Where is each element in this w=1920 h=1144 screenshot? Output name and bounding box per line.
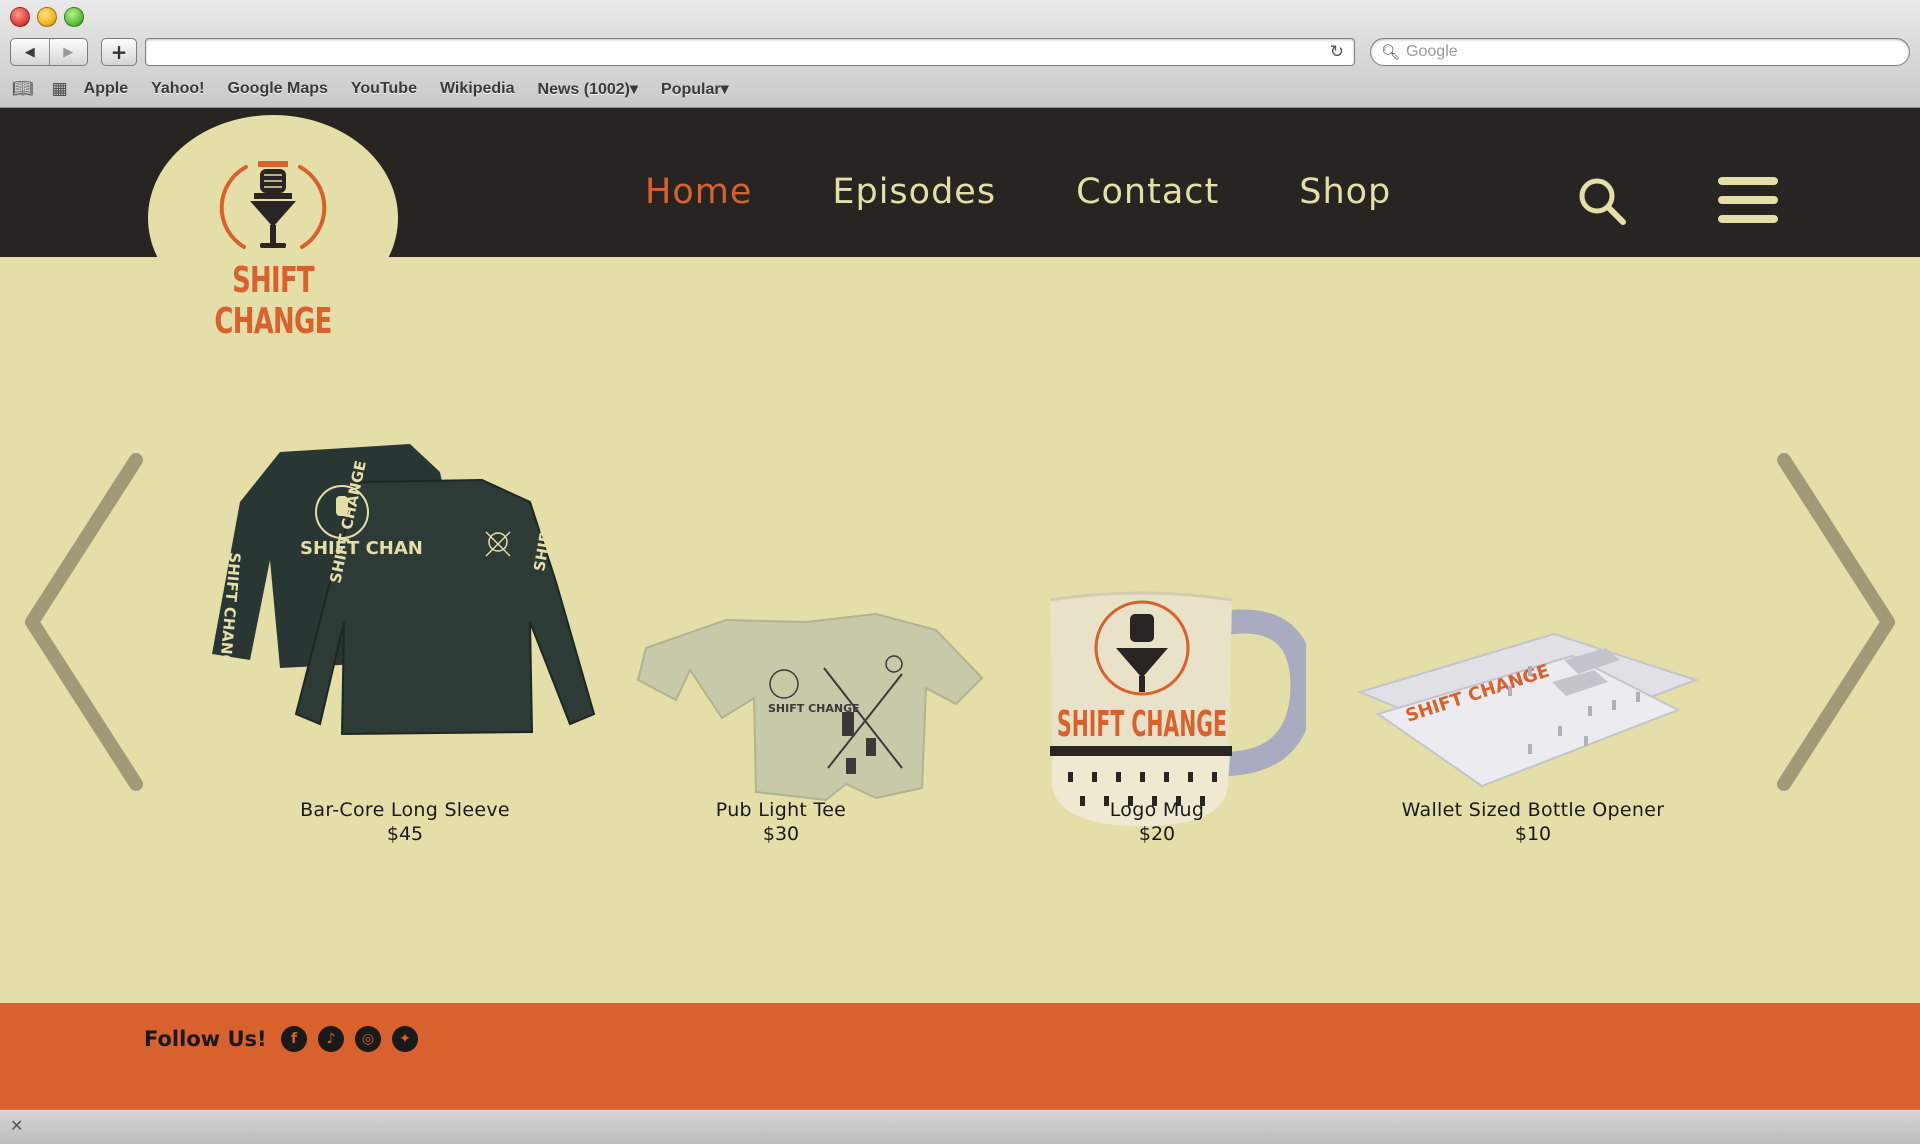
svg-text:SHIFT CHANGE: SHIFT CHANGE bbox=[1057, 704, 1227, 745]
minimize-window-button[interactable] bbox=[37, 7, 57, 27]
nav-shop[interactable]: Shop bbox=[1299, 172, 1391, 212]
window-controls bbox=[10, 7, 84, 27]
search-icon[interactable] bbox=[1576, 175, 1628, 227]
facebook-icon[interactable]: f bbox=[281, 1026, 307, 1052]
bookmark-apple[interactable]: Apple bbox=[84, 80, 128, 98]
site-logo[interactable]: SHIFT CHANGE bbox=[148, 115, 398, 342]
main-nav: Home Episodes Contact Shop bbox=[645, 172, 1471, 212]
svg-text:SHIFT CHAN: SHIFT CHAN bbox=[300, 538, 423, 559]
back-button[interactable]: ◀ bbox=[11, 39, 49, 65]
social-links: f ♪ ◎ ✦ bbox=[281, 1026, 418, 1052]
product-price: $20 bbox=[1138, 823, 1176, 845]
product-name: Logo Mug bbox=[1109, 799, 1205, 821]
carousel-next-arrow[interactable] bbox=[1774, 452, 1898, 792]
browser-chrome: ◀ ▶ + ↻ 🔍︎ Google 📖︎ ▦ Apple Yahoo! Goog… bbox=[0, 0, 1920, 108]
nav-home[interactable]: Home bbox=[645, 172, 752, 212]
zoom-window-button[interactable] bbox=[64, 7, 84, 27]
product-name: Wallet Sized Bottle Opener bbox=[1401, 799, 1665, 821]
svg-text:SHIFT CHANGE: SHIFT CHANGE bbox=[530, 447, 569, 573]
nav-contact[interactable]: Contact bbox=[1076, 172, 1219, 212]
bookmark-yahoo[interactable]: Yahoo! bbox=[151, 80, 204, 98]
reading-list-icon[interactable]: 📖︎ bbox=[12, 79, 34, 99]
nav-episodes[interactable]: Episodes bbox=[832, 172, 996, 212]
bookmark-popular[interactable]: Popular▾ bbox=[661, 79, 729, 99]
follow-us-label: Follow Us! bbox=[144, 1027, 267, 1051]
forward-button[interactable]: ▶ bbox=[48, 39, 88, 65]
carousel-prev-arrow[interactable] bbox=[22, 452, 146, 792]
product-image-mug[interactable]: SHIFT CHANGE bbox=[1046, 586, 1306, 830]
product-card-mug[interactable]: Logo Mug $20 bbox=[977, 799, 1337, 845]
product-price: $45 bbox=[386, 823, 424, 845]
status-bar: ✕ bbox=[0, 1109, 1920, 1144]
history-buttons: ◀ ▶ bbox=[10, 38, 88, 66]
search-field[interactable]: 🔍︎ Google bbox=[1370, 38, 1910, 66]
twitter-icon[interactable]: ✦ bbox=[392, 1026, 418, 1052]
tiktok-icon[interactable]: ♪ bbox=[318, 1026, 344, 1052]
site-footer: Follow Us! f ♪ ◎ ✦ bbox=[0, 1003, 1920, 1109]
reload-icon[interactable]: ↻ bbox=[1330, 42, 1344, 62]
bookmark-wikipedia[interactable]: Wikipedia bbox=[440, 80, 515, 98]
product-price: $30 bbox=[762, 823, 800, 845]
product-card-bottle-opener[interactable]: Wallet Sized Bottle Opener $10 bbox=[1353, 799, 1713, 845]
address-bar[interactable]: ↻ bbox=[145, 38, 1355, 66]
product-card-long-sleeve[interactable]: Bar-Core Long Sleeve $45 bbox=[225, 799, 585, 845]
close-window-button[interactable] bbox=[10, 7, 30, 27]
bookmarks-bar: 📖︎ ▦ Apple Yahoo! Google Maps YouTube Wi… bbox=[12, 78, 752, 100]
product-name: Bar-Core Long Sleeve bbox=[300, 799, 510, 821]
search-icon: 🔍︎ bbox=[1381, 43, 1401, 61]
product-name: Pub Light Tee bbox=[715, 799, 847, 821]
instagram-icon[interactable]: ◎ bbox=[355, 1026, 381, 1052]
product-image-bottle-opener[interactable]: SHIFT CHANGE bbox=[1358, 626, 1698, 796]
bookmark-youtube[interactable]: YouTube bbox=[351, 80, 417, 98]
search-placeholder: Google bbox=[1406, 43, 1458, 60]
product-price: $10 bbox=[1514, 823, 1552, 845]
close-status-icon[interactable]: ✕ bbox=[10, 1116, 23, 1135]
bookmark-google-maps[interactable]: Google Maps bbox=[227, 80, 327, 98]
product-image-long-sleeve[interactable]: SHIFT CHAN SHIFT CHANGE SHIFT CHANGE SHI… bbox=[210, 432, 602, 752]
add-bookmark-button[interactable]: + bbox=[101, 38, 137, 66]
microphone-cocktail-icon bbox=[219, 161, 327, 249]
top-sites-grid-icon[interactable]: ▦ bbox=[52, 79, 68, 99]
product-card-tee[interactable]: Pub Light Tee $30 bbox=[601, 799, 961, 845]
bookmark-news[interactable]: News (1002)▾ bbox=[538, 79, 639, 99]
hamburger-menu-icon[interactable] bbox=[1718, 177, 1778, 223]
webpage: Home Episodes Contact Shop SHIFT CHANGE … bbox=[0, 108, 1920, 1109]
product-image-tee[interactable]: SHIFT CHANGE bbox=[636, 608, 988, 808]
logo-wordmark: SHIFT CHANGE bbox=[214, 260, 332, 342]
